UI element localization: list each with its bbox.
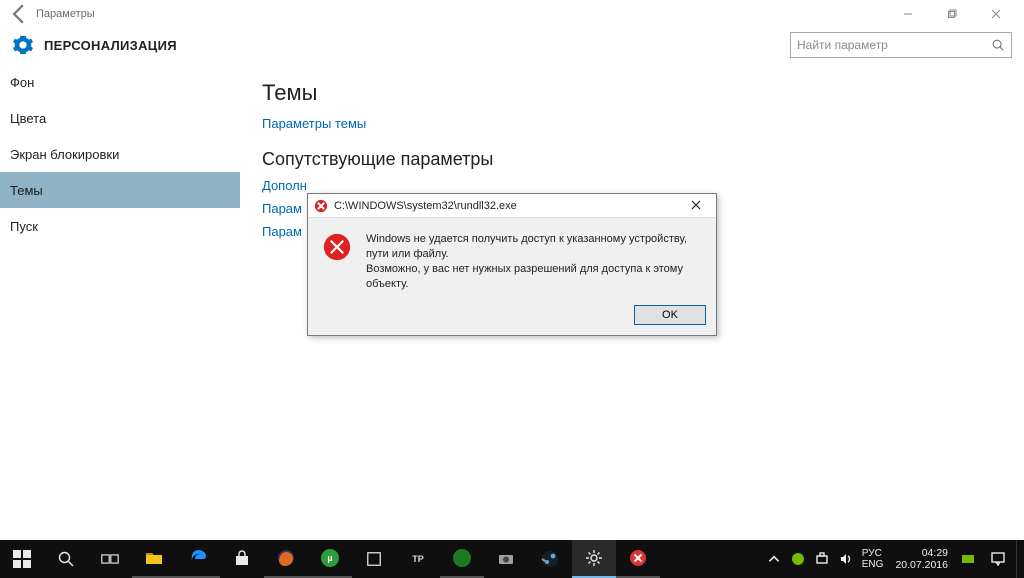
close-icon (991, 9, 1001, 19)
app-icon (366, 551, 382, 567)
gear-icon (12, 34, 34, 56)
gear-icon (585, 549, 603, 567)
search-icon (57, 550, 75, 568)
show-desktop-button[interactable] (1016, 540, 1022, 578)
sidebar: Фон Цвета Экран блокировки Темы Пуск (0, 64, 240, 540)
sidebar-item-background[interactable]: Фон (0, 64, 240, 100)
ethernet-icon (815, 552, 829, 566)
clock-date: 20.07.2016 (895, 559, 948, 571)
sidebar-item-label: Темы (10, 183, 43, 198)
taskbar-app-error[interactable] (616, 540, 660, 578)
search-icon (991, 38, 1005, 52)
sidebar-item-start[interactable]: Пуск (0, 208, 240, 244)
camera-icon (497, 550, 515, 568)
error-dialog: C:\WINDOWS\system32\rundll32.exe Windows… (307, 193, 717, 336)
taskbar-app-filemanager[interactable] (132, 540, 176, 578)
tray-nvidia-settings[interactable] (956, 540, 980, 578)
error-icon (314, 199, 328, 213)
store-icon (233, 550, 251, 568)
lang-secondary: ENG (862, 559, 884, 570)
arrow-left-icon (6, 1, 32, 27)
taskbar-app-settings[interactable] (572, 540, 616, 578)
error-icon (322, 232, 352, 262)
back-button[interactable] (6, 1, 32, 27)
start-button[interactable] (0, 540, 44, 578)
steam-icon (541, 550, 559, 568)
clock[interactable]: 04:29 20.07.2016 (887, 547, 956, 571)
tray-nvidia-icon[interactable] (786, 540, 810, 578)
tp-icon: TP (409, 550, 427, 568)
window-title: Параметры (36, 8, 95, 20)
speaker-icon (839, 552, 853, 566)
related-link-1[interactable]: Дополн (262, 178, 1002, 193)
taskbar-app-steam[interactable] (528, 540, 572, 578)
section-title-themes: Темы (262, 80, 1002, 106)
maximize-button[interactable] (930, 0, 974, 28)
language-indicator[interactable]: РУС ENG (858, 548, 888, 570)
taskbar-app-store[interactable] (220, 540, 264, 578)
taskbar-app-tp[interactable]: TP (396, 540, 440, 578)
titlebar: Параметры (0, 0, 1024, 28)
sidebar-item-colors[interactable]: Цвета (0, 100, 240, 136)
chevron-up-icon (767, 552, 781, 566)
taskbar-app-edge[interactable] (176, 540, 220, 578)
error-icon (629, 549, 647, 567)
dialog-message-line2: Возможно, у вас нет нужных разрешений дл… (366, 262, 702, 292)
search-box[interactable] (790, 32, 1012, 58)
sidebar-item-label: Пуск (10, 219, 38, 234)
search-input[interactable] (797, 38, 991, 52)
taskbar-app-unknown-1[interactable] (352, 540, 396, 578)
tray-overflow-button[interactable] (762, 540, 786, 578)
windows-logo-icon (13, 550, 31, 568)
search-button[interactable] (44, 540, 88, 578)
edge-icon (189, 549, 207, 567)
restore-icon (947, 9, 957, 19)
close-icon (691, 200, 701, 210)
theme-settings-link[interactable]: Параметры темы (262, 116, 1002, 131)
folder-icon (145, 549, 163, 567)
firefox-icon (277, 549, 295, 567)
lang-primary: РУС (862, 548, 884, 559)
sidebar-item-label: Фон (10, 75, 34, 90)
dialog-ok-button[interactable]: OK (634, 305, 706, 325)
minimize-button[interactable] (886, 0, 930, 28)
utorrent-icon: µ (321, 549, 339, 567)
taskbar: µ TP (0, 540, 1024, 578)
dialog-titlebar[interactable]: C:\WINDOWS\system32\rundll32.exe (308, 194, 716, 218)
close-window-button[interactable] (974, 0, 1018, 28)
clock-time: 04:29 (895, 547, 948, 559)
category-title: ПЕРСОНАЛИЗАЦИЯ (44, 38, 177, 53)
tray-network-icon[interactable] (810, 540, 834, 578)
sidebar-item-lockscreen[interactable]: Экран блокировки (0, 136, 240, 172)
nvidia-icon (961, 552, 975, 566)
sidebar-item-label: Экран блокировки (10, 147, 119, 162)
section-title-related: Сопутствующие параметры (262, 149, 1002, 170)
minimize-icon (903, 9, 913, 19)
taskbar-app-utorrent[interactable]: µ (308, 540, 352, 578)
taskbar-app-camera[interactable] (484, 540, 528, 578)
notification-icon (990, 551, 1006, 567)
dialog-message-line1: Windows не удается получить доступ к ука… (366, 232, 702, 262)
tray-volume-icon[interactable] (834, 540, 858, 578)
taskbar-app-firefox[interactable] (264, 540, 308, 578)
sidebar-item-themes[interactable]: Темы (0, 172, 240, 208)
taskbar-app-green[interactable] (440, 540, 484, 578)
system-tray: РУС ENG 04:29 20.07.2016 (762, 540, 1024, 578)
sidebar-item-label: Цвета (10, 111, 46, 126)
nvidia-icon (791, 552, 805, 566)
dialog-title: C:\WINDOWS\system32\rundll32.exe (334, 200, 682, 212)
task-view-icon (101, 550, 119, 568)
dialog-close-button[interactable] (682, 198, 710, 213)
task-view-button[interactable] (88, 540, 132, 578)
disc-icon (453, 549, 471, 567)
dialog-message: Windows не удается получить доступ к ука… (366, 232, 702, 291)
action-center-button[interactable] (980, 551, 1016, 567)
header: ПЕРСОНАЛИЗАЦИЯ (0, 28, 1024, 64)
